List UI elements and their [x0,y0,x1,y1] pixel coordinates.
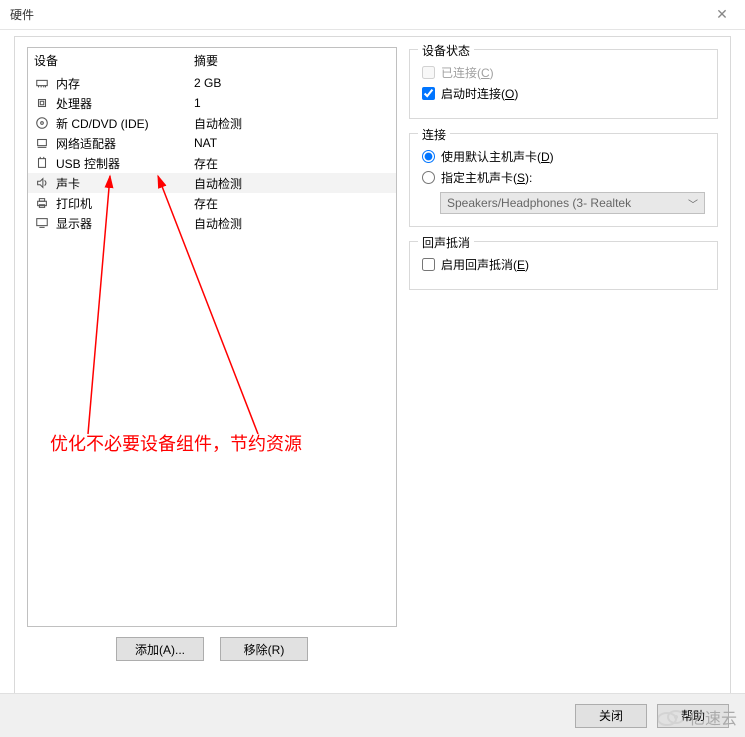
device-buttons: 添加(A)... 移除(R) [27,637,397,661]
annotation-text: 优化不必要设备组件，节约资源 [50,430,302,456]
column-summary: 摘要 [194,52,390,69]
left-pane: 设备 摘要 内存2 GB处理器1新 CD/DVD (IDE)自动检测网络适配器N… [27,47,397,683]
device-name: 新 CD/DVD (IDE) [56,115,194,132]
sound-icon [34,175,50,191]
cd-icon [34,115,50,131]
checkbox-startup-input[interactable] [422,87,435,100]
device-row[interactable]: 内存2 GB [28,73,396,93]
device-summary: NAT [194,136,390,150]
checkbox-connected: 已连接(C) [422,64,705,81]
content-frame: 设备 摘要 内存2 GB处理器1新 CD/DVD (IDE)自动检测网络适配器N… [14,36,731,694]
close-icon[interactable]: ✕ [707,6,737,23]
title-bar: 硬件 ✕ [0,0,745,30]
device-name: 内存 [56,75,194,92]
device-list: 设备 摘要 内存2 GB处理器1新 CD/DVD (IDE)自动检测网络适配器N… [27,47,397,627]
window-title: 硬件 [10,6,34,23]
group-echo-cancel: 回声抵消 启用回声抵消(E) [409,241,718,290]
network-icon [34,135,50,151]
checkbox-connect-at-startup[interactable]: 启动时连接(O) [422,85,705,102]
device-name: 显示器 [56,215,194,232]
device-summary: 存在 [194,155,390,172]
group-connection: 连接 使用默认主机声卡(D) 指定主机声卡(S): Speakers/Headp… [409,133,718,227]
legend-echo: 回声抵消 [418,234,474,251]
device-name: 处理器 [56,95,194,112]
remove-button[interactable]: 移除(R) [220,637,308,661]
device-row[interactable]: 网络适配器NAT [28,133,396,153]
checkbox-connected-input [422,66,435,79]
device-row[interactable]: 显示器自动检测 [28,213,396,233]
device-row[interactable]: 声卡自动检测 [28,173,396,193]
dialog-footer: 关闭 帮助 [0,693,745,737]
device-row[interactable]: 新 CD/DVD (IDE)自动检测 [28,113,396,133]
device-row[interactable]: USB 控制器存在 [28,153,396,173]
device-name: USB 控制器 [56,155,194,172]
device-summary: 存在 [194,195,390,212]
device-row[interactable]: 处理器1 [28,93,396,113]
device-summary: 自动检测 [194,175,390,192]
device-name: 打印机 [56,195,194,212]
cpu-icon [34,95,50,111]
checkbox-echo-input[interactable] [422,258,435,271]
column-device: 设备 [34,52,194,69]
device-summary: 2 GB [194,76,390,90]
radio-default-host-sound[interactable]: 使用默认主机声卡(D) [422,148,705,165]
radio-specify-input[interactable] [422,171,435,184]
printer-icon [34,195,50,211]
display-icon [34,215,50,231]
combo-value: Speakers/Headphones (3- Realtek [447,196,631,210]
combo-sound-device[interactable]: Speakers/Headphones (3- Realtek ﹀ [440,192,705,214]
checkbox-echo-cancel[interactable]: 启用回声抵消(E) [422,256,705,273]
usb-icon [34,155,50,171]
group-device-status: 设备状态 已连接(C) 启动时连接(O) [409,49,718,119]
device-summary: 自动检测 [194,115,390,132]
legend-connection: 连接 [418,126,450,143]
legend-status: 设备状态 [418,42,474,59]
add-button[interactable]: 添加(A)... [116,637,204,661]
device-row[interactable]: 打印机存在 [28,193,396,213]
radio-specify-host-sound[interactable]: 指定主机声卡(S): [422,169,705,186]
help-button[interactable]: 帮助 [657,704,729,728]
memory-icon [34,75,50,91]
radio-default-input[interactable] [422,150,435,163]
device-name: 声卡 [56,175,194,192]
device-name: 网络适配器 [56,135,194,152]
chevron-down-icon: ﹀ [688,196,698,211]
right-pane: 设备状态 已连接(C) 启动时连接(O) 连接 使用默认主机声卡(D) 指定主机… [409,47,718,683]
device-summary: 自动检测 [194,215,390,232]
device-list-header: 设备 摘要 [28,48,396,73]
device-summary: 1 [194,96,390,110]
close-button[interactable]: 关闭 [575,704,647,728]
